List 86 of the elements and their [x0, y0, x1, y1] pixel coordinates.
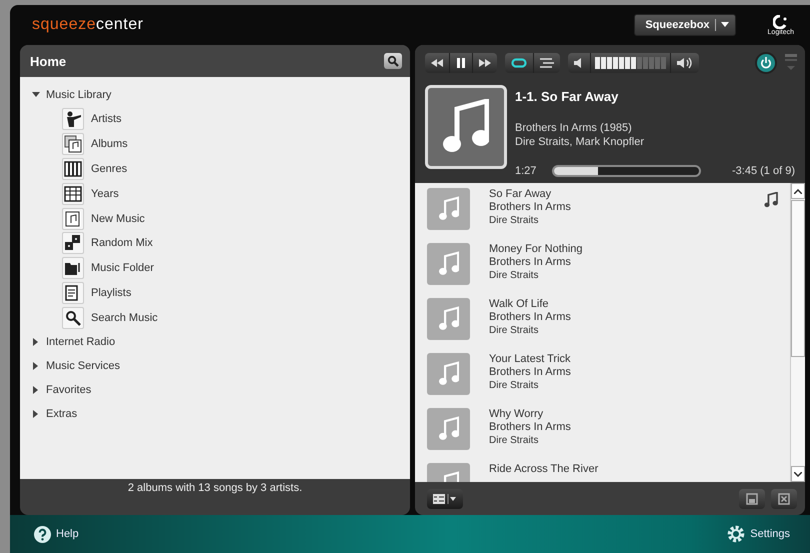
- scroll-down-icon[interactable]: [794, 472, 802, 476]
- repeat-icon: [511, 58, 527, 68]
- random-icon: [62, 232, 84, 254]
- genres-icon: [62, 158, 84, 180]
- library-item[interactable]: Search Music: [91, 312, 158, 324]
- save-button[interactable]: [739, 488, 765, 508]
- remaining-time: -3:45 (1 of 9): [732, 164, 795, 178]
- years-icon: [62, 182, 84, 205]
- track-thumbnail: [427, 243, 470, 285]
- newmusic-icon: [62, 208, 84, 230]
- track-thumbnail: [427, 408, 470, 450]
- help-icon: [34, 526, 51, 542]
- scrollbar[interactable]: [790, 183, 805, 482]
- tree-item[interactable]: Music Library: [32, 83, 410, 107]
- artist-text: Dire Straits, Mark Knopfler: [515, 135, 645, 149]
- playlist-track-title[interactable]: Your Latest Trick: [489, 353, 571, 366]
- albums-icon: [62, 133, 84, 156]
- shuffle-icon: [540, 58, 554, 68]
- power-icon: [760, 56, 772, 68]
- save-icon: [746, 492, 758, 504]
- playlist-artist: Dire Straits: [489, 214, 540, 227]
- tree-item[interactable]: Music Services: [32, 354, 410, 378]
- folder-icon: [62, 257, 84, 280]
- logo-text: squeezecenter: [32, 16, 144, 34]
- album-text: Brothers In Arms (1985): [515, 121, 633, 135]
- list-view-icon: [433, 494, 457, 504]
- tree-item[interactable]: Internet Radio: [32, 330, 410, 354]
- playlists-icon: [62, 282, 84, 304]
- track-title: 1-1. So Far Away: [515, 89, 620, 104]
- volume-down-icon: [574, 58, 584, 68]
- expander-icon[interactable]: [32, 410, 40, 418]
- playlist-artist: Dire Straits: [489, 379, 540, 392]
- panel-title: Home: [30, 54, 68, 68]
- playlist-track-title[interactable]: Ride Across The River: [489, 463, 598, 476]
- volume-slider[interactable]: [595, 56, 666, 68]
- playlist-album: Brothers In Arms: [489, 256, 572, 269]
- library-item[interactable]: Artists: [91, 113, 122, 126]
- playlist-track-title[interactable]: Walk Of Life: [489, 298, 571, 311]
- playlist-album: Brothers In Arms: [489, 366, 571, 379]
- settings-icon: [727, 525, 746, 543]
- expander-icon[interactable]: [32, 338, 40, 346]
- close-icon: [778, 492, 790, 504]
- library-item[interactable]: New Music: [91, 212, 145, 225]
- forward-icon: [479, 58, 491, 66]
- expander-icon[interactable]: [32, 362, 40, 370]
- elapsed-time: 1:27: [515, 164, 536, 178]
- help-link[interactable]: Help: [34, 526, 79, 542]
- volume-up-icon: [677, 56, 693, 68]
- tree-item[interactable]: Extras: [32, 402, 410, 426]
- playlist-album: Brothers In Arms: [489, 201, 571, 214]
- playlist-track-title[interactable]: So Far Away: [489, 188, 571, 201]
- library-item[interactable]: Random Mix: [91, 237, 153, 250]
- tree-item[interactable]: Favorites: [32, 378, 410, 402]
- playlist-track-title[interactable]: Money For Nothing: [489, 243, 583, 256]
- playlist-album: Brothers In Arms: [489, 421, 571, 434]
- settings-link[interactable]: Settings: [727, 525, 790, 543]
- playlist-artist: Dire Straits: [489, 324, 540, 337]
- search-icon: [387, 55, 399, 67]
- library-item[interactable]: Albums: [91, 138, 128, 150]
- pause-icon: [456, 58, 466, 68]
- library-item[interactable]: Playlists: [91, 286, 132, 299]
- artists-icon: [62, 108, 84, 130]
- search-icon: [62, 306, 84, 329]
- search-button[interactable]: [384, 53, 402, 69]
- player-dropdown[interactable]: Squeezebox: [634, 14, 736, 36]
- playlist-artist: Dire Straits: [489, 434, 540, 447]
- library-summary: 2 albums with 13 songs by 3 artists.: [128, 482, 302, 496]
- power-button[interactable]: [755, 52, 777, 74]
- view-menu-button[interactable]: [427, 488, 463, 508]
- playlist-track-title[interactable]: Why Worry: [489, 408, 571, 421]
- track-thumbnail: [427, 298, 470, 340]
- playlist-album: Brothers In Arms: [489, 311, 571, 324]
- library-item[interactable]: Genres: [91, 162, 128, 175]
- progress-bar[interactable]: [552, 165, 702, 177]
- library-item[interactable]: Years: [91, 188, 119, 200]
- track-thumbnail: [427, 353, 470, 395]
- library-item[interactable]: Music Folder: [91, 262, 154, 274]
- expander-icon[interactable]: [32, 91, 40, 99]
- rewind-icon: [431, 58, 443, 66]
- logo-icon: [772, 14, 789, 28]
- clear-button[interactable]: [771, 488, 797, 508]
- caret-icon: [720, 22, 729, 28]
- playlist-artist: Dire Straits: [489, 269, 540, 282]
- expander-icon[interactable]: [32, 386, 40, 394]
- scroll-up-icon[interactable]: [794, 188, 802, 194]
- track-thumbnail: [427, 188, 470, 230]
